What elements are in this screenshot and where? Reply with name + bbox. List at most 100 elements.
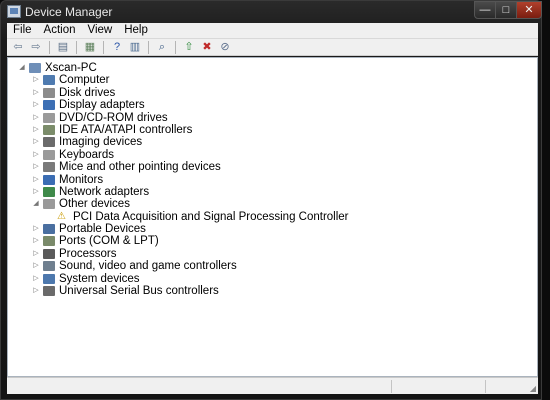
tree-item-label: Keyboards: [59, 148, 114, 161]
tree-category[interactable]: ▷ IDE ATA/ATAPI controllers: [8, 124, 537, 136]
expand-arrow-icon[interactable]: ▷: [32, 162, 40, 172]
tree-item-label: Xscan-PC: [45, 62, 97, 74]
tree-item-label: Monitors: [59, 173, 104, 186]
toolbar-separator: [76, 40, 77, 54]
device-tree: ◢ Xscan-PC ▷ Computer ▷ Disk drives ▷ Display a…: [8, 62, 537, 297]
disk-drive-icon: [43, 87, 55, 98]
tree-category[interactable]: ▷ Mice and other pointing devices: [8, 161, 537, 173]
dvd-drive-icon: [43, 112, 55, 123]
expand-arrow-icon[interactable]: ▷: [32, 261, 40, 271]
tree-category[interactable]: ▷ Monitors: [8, 174, 537, 186]
usb-icon: [43, 286, 55, 297]
maximize-button[interactable]: □: [495, 1, 517, 19]
expand-arrow-icon[interactable]: ▷: [32, 113, 40, 123]
collapse-arrow-icon[interactable]: ◢: [32, 199, 40, 209]
expand-arrow-icon[interactable]: ▷: [32, 249, 40, 259]
sound-icon: [43, 261, 55, 272]
resize-grip-icon[interactable]: ◢: [530, 384, 536, 393]
tree-category[interactable]: ▷ Keyboards: [8, 149, 537, 161]
system-device-icon: [43, 273, 55, 284]
scan-hardware-icon[interactable]: ⌕: [154, 40, 170, 54]
tree-root[interactable]: ◢ Xscan-PC: [8, 62, 537, 74]
status-divider: [485, 380, 486, 393]
tree-category[interactable]: ▷ Imaging devices: [8, 136, 537, 148]
expand-arrow-icon[interactable]: ▷: [32, 224, 40, 234]
tree-item-label: Ports (COM & LPT): [59, 235, 159, 248]
desktop-background: [542, 0, 550, 400]
collapse-arrow-icon[interactable]: ◢: [18, 63, 26, 73]
network-adapter-icon: [43, 186, 55, 197]
help-icon[interactable]: ?: [109, 40, 125, 54]
tree-category[interactable]: ▷ Sound, video and game controllers: [8, 260, 537, 272]
menu-help[interactable]: Help: [118, 23, 154, 38]
tree-category[interactable]: ▷ Disk drives: [8, 87, 537, 99]
tree-item-label: IDE ATA/ATAPI controllers: [59, 123, 193, 136]
tree-category[interactable]: ▷ DVD/CD-ROM drives: [8, 112, 537, 124]
device-manager-app-icon: [7, 5, 21, 18]
expand-arrow-icon[interactable]: ▷: [32, 75, 40, 85]
forward-icon[interactable]: ⇨: [28, 40, 44, 54]
toolbar-separator: [148, 40, 149, 54]
tree-item-label: Computer: [59, 74, 110, 87]
tree-item-label: Mice and other pointing devices: [59, 161, 221, 174]
tree-category[interactable]: ▷ Universal Serial Bus controllers: [8, 285, 537, 297]
menu-bar: File Action View Help: [7, 23, 538, 38]
expand-arrow-icon[interactable]: ▷: [32, 187, 40, 197]
tree-item-label: Network adapters: [59, 185, 150, 198]
back-icon[interactable]: ⇦: [10, 40, 26, 54]
warning-device-icon: ⚠: [57, 210, 66, 222]
expand-arrow-icon[interactable]: ▷: [32, 137, 40, 147]
device-tree-pane[interactable]: ◢ Xscan-PC ▷ Computer ▷ Disk drives ▷ Display a…: [7, 57, 538, 377]
tree-item-label: Portable Devices: [59, 223, 146, 236]
menu-action[interactable]: Action: [38, 23, 82, 38]
camera-icon: [43, 137, 55, 148]
tree-category[interactable]: ▷ Processors: [8, 248, 537, 260]
status-divider: [391, 380, 392, 393]
toolbar-separator: [175, 40, 176, 54]
properties-icon[interactable]: ▦: [82, 40, 98, 54]
keyboard-icon: [43, 149, 55, 160]
tree-category[interactable]: ▷ System devices: [8, 273, 537, 285]
tree-item-label: Disk drives: [59, 86, 116, 99]
status-bar: ◢: [7, 377, 538, 394]
expand-arrow-icon[interactable]: ▷: [32, 236, 40, 246]
minimize-button[interactable]: —: [474, 1, 496, 19]
show-hide-console-tree-icon[interactable]: ▤: [55, 40, 71, 54]
menu-view[interactable]: View: [82, 23, 119, 38]
tree-item-label: DVD/CD-ROM drives: [59, 111, 168, 124]
tree-item-label: PCI Data Acquisition and Signal Processi…: [73, 210, 349, 223]
tree-category[interactable]: ▷ Network adapters: [8, 186, 537, 198]
menu-file[interactable]: File: [7, 23, 38, 38]
device-manager-window: Device Manager — □ ✕ File Action View Help …: [0, 0, 542, 400]
expand-arrow-icon[interactable]: ▷: [32, 125, 40, 135]
uninstall-icon[interactable]: ✖: [199, 40, 215, 54]
disable-device-icon[interactable]: ⊘: [217, 40, 233, 54]
expand-arrow-icon[interactable]: ▷: [32, 100, 40, 110]
tree-item-label: Processors: [59, 247, 117, 260]
close-button[interactable]: ✕: [516, 1, 542, 19]
toolbar-separator: [49, 40, 50, 54]
expand-arrow-icon[interactable]: ▷: [32, 286, 40, 296]
tree-category[interactable]: ◢ Other devices: [8, 198, 537, 210]
expand-arrow-icon[interactable]: ▷: [32, 88, 40, 98]
action-pane-icon[interactable]: ▥: [127, 40, 143, 54]
other-devices-icon: [43, 199, 55, 210]
tree-item-label: Sound, video and game controllers: [59, 260, 237, 273]
window-title: Device Manager: [25, 5, 113, 19]
title-bar[interactable]: Device Manager — □ ✕: [1, 1, 543, 23]
tree-category[interactable]: ▷ Display adapters: [8, 99, 537, 111]
update-driver-icon[interactable]: ⇧: [181, 40, 197, 54]
mouse-icon: [43, 162, 55, 173]
expand-arrow-icon[interactable]: ▷: [32, 175, 40, 185]
tree-category[interactable]: ▷ Computer: [8, 74, 537, 86]
processor-icon: [43, 248, 55, 259]
toolbar: ⇦ ⇨ ▤ ▦? ▥ ⌕ ⇧ ✖ ⊘: [7, 38, 538, 56]
expand-arrow-icon[interactable]: ▷: [32, 150, 40, 160]
expand-arrow-icon[interactable]: ▷: [32, 274, 40, 284]
tree-item-label: Universal Serial Bus controllers: [59, 285, 219, 298]
monitor-icon: [43, 174, 55, 185]
tree-device[interactable]: ⚠ PCI Data Acquisition and Signal Process…: [8, 211, 537, 223]
tree-category[interactable]: ▷ Portable Devices: [8, 223, 537, 235]
computer-root-icon: [29, 63, 41, 73]
tree-category[interactable]: ▷ Ports (COM & LPT): [8, 235, 537, 247]
